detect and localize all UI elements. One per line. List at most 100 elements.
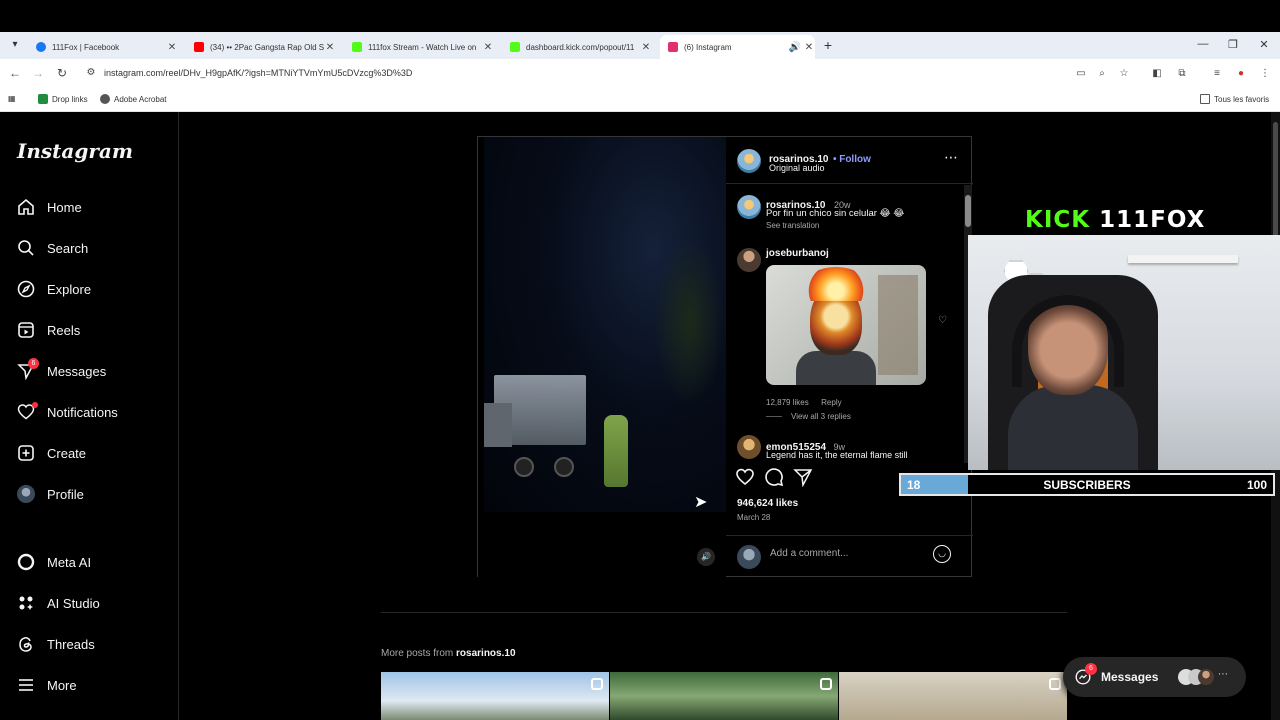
more-posts-prefix: More posts from xyxy=(381,648,454,659)
url-field[interactable]: instagram.com/reel/DHv_H9gpAfK/?igsh=MTN… xyxy=(104,68,412,78)
tab-title: (34) •• 2Pac Gangsta Rap Old S xyxy=(210,42,324,52)
video-person xyxy=(604,415,628,487)
reload-icon[interactable]: ↻ xyxy=(55,66,69,80)
browser-menu-icon[interactable]: ⋮ xyxy=(1258,67,1272,81)
close-tab-icon[interactable]: ✕ xyxy=(166,42,178,53)
bookmark-star-icon[interactable]: ☆ xyxy=(1117,67,1131,81)
comment-image[interactable] xyxy=(766,265,926,385)
bookmark-drop-links[interactable]: Drop links xyxy=(38,94,88,104)
tab-facebook[interactable]: 111Fox | Facebook ✕ xyxy=(28,35,178,59)
replies-line xyxy=(766,416,782,417)
new-tab-plus-icon[interactable]: + xyxy=(821,38,835,52)
zoom-icon[interactable]: ⌕ xyxy=(1095,67,1109,81)
comment-bubble-icon[interactable] xyxy=(764,467,784,487)
my-avatar xyxy=(737,545,761,569)
audio-toggle-icon[interactable]: 🔊 xyxy=(697,548,715,566)
original-audio-link[interactable]: Original audio xyxy=(769,163,825,173)
close-tab-icon[interactable]: ✕ xyxy=(482,42,494,53)
messages-pill-label: Messages xyxy=(1101,670,1159,684)
back-icon[interactable]: ← xyxy=(8,66,22,80)
reply-button[interactable]: Reply xyxy=(821,398,841,407)
comment-likes[interactable]: 12,879 likes xyxy=(766,398,809,407)
see-translation-link[interactable]: See translation xyxy=(766,221,819,230)
nav-label: Search xyxy=(47,240,89,256)
home-icon xyxy=(17,198,35,216)
nav-profile[interactable]: Profile xyxy=(17,481,84,507)
tab-kick-stream[interactable]: 111fox Stream - Watch Live on ✕ xyxy=(344,35,494,59)
puzzle-extensions-icon[interactable]: ⧉ xyxy=(1175,67,1189,81)
tab-title: dashboard.kick.com/popout/11 xyxy=(526,42,635,52)
author-avatar[interactable] xyxy=(737,149,761,173)
tab-youtube[interactable]: (34) •• 2Pac Gangsta Rap Old S ✕ xyxy=(186,35,336,59)
view-replies-link[interactable]: View all 3 replies xyxy=(791,412,851,421)
nav-messages[interactable]: 6 Messages xyxy=(17,358,106,384)
nav-notifications[interactable]: Notifications xyxy=(17,399,118,425)
folder-icon xyxy=(1200,94,1210,104)
nav-label: Create xyxy=(47,445,87,461)
mouse-cursor-icon: ➤ xyxy=(694,494,708,511)
like-heart-icon[interactable] xyxy=(735,467,755,487)
nav-search[interactable]: Search xyxy=(17,235,88,261)
nav-more[interactable]: More xyxy=(17,672,77,698)
minimize-icon[interactable]: — xyxy=(1196,38,1210,50)
media-queue-icon[interactable]: ≡ xyxy=(1210,67,1224,81)
more-post-thumbnail[interactable] xyxy=(381,672,609,720)
nav-label: AI Studio xyxy=(47,595,100,611)
tab-kick-dashboard[interactable]: dashboard.kick.com/popout/11 ✕ xyxy=(502,35,652,59)
all-bookmarks-folder[interactable]: Tous les favoris xyxy=(1200,94,1269,104)
nav-create[interactable]: Create xyxy=(17,440,86,466)
nav-meta-ai[interactable]: Meta AI xyxy=(17,549,91,575)
video-wheel xyxy=(554,457,574,477)
instagram-logo[interactable]: Instagram xyxy=(17,139,133,163)
site-settings-icon[interactable]: ⚙ xyxy=(84,67,98,78)
extension-icon[interactable]: ◧ xyxy=(1150,67,1164,81)
apps-grid-icon[interactable]: ▦ xyxy=(8,94,16,103)
nav-home[interactable]: Home xyxy=(17,194,82,220)
close-window-icon[interactable]: ✕ xyxy=(1257,38,1271,51)
caption-avatar[interactable] xyxy=(737,195,761,219)
messages-floating-button[interactable]: 6 Messages ⋯ xyxy=(1063,657,1246,697)
post-likes-count[interactable]: 946,624 likes xyxy=(737,498,798,509)
more-options-icon[interactable]: ⋯ xyxy=(944,149,958,166)
speaker-icon[interactable]: 🔊 xyxy=(787,42,803,53)
like-comment-heart-icon[interactable]: ♡ xyxy=(938,315,947,326)
commenter-avatar[interactable] xyxy=(737,435,761,459)
nav-explore[interactable]: Explore xyxy=(17,276,91,302)
close-tab-icon[interactable]: ✕ xyxy=(640,42,652,53)
video-truck xyxy=(484,375,586,447)
emoji-icon[interactable]: ◡ xyxy=(933,545,951,563)
nav-label: Notifications xyxy=(47,404,118,420)
restore-icon[interactable]: ❐ xyxy=(1226,38,1240,51)
more-posts-username[interactable]: rosarinos.10 xyxy=(456,648,515,659)
bookmark-label: Adobe Acrobat xyxy=(114,94,167,104)
tab-instagram[interactable]: (6) Instagram 🔊 ✕ xyxy=(660,35,815,59)
tab-search-chevron-icon[interactable]: ▾ xyxy=(8,38,22,52)
scroll-thumb[interactable] xyxy=(965,195,971,227)
nav-ai-studio[interactable]: AI Studio xyxy=(17,590,100,616)
nav-label: Messages xyxy=(47,363,107,379)
chat-avatar xyxy=(1198,669,1214,685)
bookmark-adobe-acrobat[interactable]: Adobe Acrobat xyxy=(100,94,166,104)
nav-reels[interactable]: Reels xyxy=(17,317,80,343)
more-chats-ellipsis-icon: ⋯ xyxy=(1218,669,1228,680)
install-app-icon[interactable]: ▭ xyxy=(1074,67,1088,81)
nav-label: Home xyxy=(47,199,82,215)
drop-links-icon xyxy=(38,94,48,104)
more-post-thumbnail[interactable] xyxy=(839,672,1067,720)
comment-text: Legend has it, the eternal flame still xyxy=(766,450,908,460)
forward-icon[interactable]: → xyxy=(31,66,45,80)
commenter-avatar[interactable] xyxy=(737,248,761,272)
follow-button[interactable]: • Follow xyxy=(833,154,871,165)
close-tab-icon[interactable]: ✕ xyxy=(324,42,336,53)
nav-threads[interactable]: Threads xyxy=(17,631,95,657)
reel-video[interactable]: 🔊 ➤ xyxy=(478,137,726,578)
add-comment-input[interactable]: Add a comment... xyxy=(770,548,848,559)
bookmark-label: Drop links xyxy=(52,94,88,104)
share-paper-plane-icon[interactable] xyxy=(793,467,813,488)
commenter-username[interactable]: joseburbanoj xyxy=(766,248,829,259)
facebook-favicon-icon xyxy=(36,42,46,52)
profile-avatar-icon[interactable]: ● xyxy=(1234,67,1248,81)
menu-icon xyxy=(17,676,35,694)
more-post-thumbnail[interactable] xyxy=(610,672,838,720)
close-tab-icon[interactable]: ✕ xyxy=(803,42,815,53)
